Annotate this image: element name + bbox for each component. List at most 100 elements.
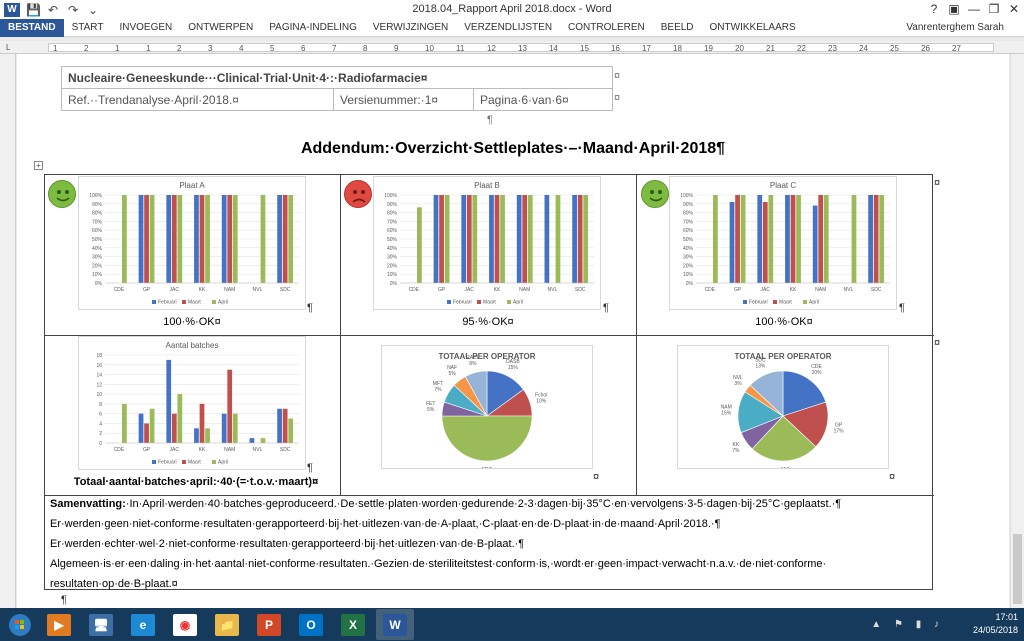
y-tick-label: 10 bbox=[96, 392, 102, 398]
ruler-body[interactable]: 1 2 1 1 2 3 4 5 6 7 8 9 10 11 12 13 14 15 16 17 18 19 20 21 22 23… bbox=[48, 43, 994, 53]
horizontal-ruler[interactable]: L 1 2 1 1 2 3 4 5 6 7 8 9 10 11 12 13 14 15 16 17 18 19 20 21 22… bbox=[0, 41, 1024, 54]
tab-bestand[interactable]: BESTAND bbox=[0, 18, 64, 37]
bar bbox=[461, 195, 467, 283]
close-button[interactable]: ✕ bbox=[1004, 0, 1024, 19]
start-button[interactable] bbox=[0, 608, 40, 641]
taskbar-app-word[interactable]: W bbox=[376, 609, 414, 640]
summary-cell[interactable]: Samenvatting:·In·April·werden·40·batches… bbox=[50, 494, 920, 594]
y-tick-label: 10% bbox=[92, 272, 103, 278]
chart-plaat-b[interactable]: Plaat B 0% 10% 20% 30% 40% 50% 60% 70% 80% 90% 100%… bbox=[373, 176, 601, 310]
x-tick-label: KK bbox=[199, 447, 206, 453]
vertical-scrollbar[interactable] bbox=[1010, 54, 1024, 608]
legend-swatch bbox=[182, 300, 186, 304]
bar bbox=[221, 413, 227, 443]
ruler-tick-label: 8 bbox=[363, 44, 368, 53]
tab-pagina-indeling[interactable]: PAGINA-INDELING bbox=[261, 19, 365, 37]
bar bbox=[205, 428, 210, 443]
ribbon-display-icon[interactable]: ▣ bbox=[944, 0, 964, 19]
tab-controleren[interactable]: CONTROLEREN bbox=[560, 19, 653, 37]
legend-label: Maart bbox=[188, 300, 201, 306]
pie-data-label: Fchol 10% bbox=[535, 392, 547, 404]
bar bbox=[790, 195, 796, 283]
pie-data-label: CDE 20% bbox=[811, 364, 822, 376]
chart-totaal-per-operator-1[interactable]: TOTAAL PER OPERATORDASB15% Fchol10% FDG50%… bbox=[381, 345, 593, 479]
bar bbox=[527, 195, 533, 283]
redo-icon[interactable]: ↷ bbox=[66, 3, 80, 17]
pie-data-label: NVL 3% bbox=[733, 375, 743, 387]
undo-icon[interactable]: ↶ bbox=[46, 3, 60, 17]
chart-totaal-per-operator-2[interactable]: TOTAAL PER OPERATOR CDE20% GP17% JAC25% KK7%… bbox=[677, 345, 889, 479]
end-of-cell-mark: ¤ bbox=[889, 471, 896, 483]
minimize-button[interactable]: — bbox=[964, 0, 984, 19]
scrollbar-thumb[interactable] bbox=[1013, 534, 1022, 604]
chart-plaat-a[interactable]: Plaat A 0% 10% 20% 30% 40% 50% 60% 70% 80% 90% 100%… bbox=[78, 176, 306, 310]
vertical-ruler[interactable] bbox=[0, 54, 16, 608]
smiley-sad-icon bbox=[344, 180, 372, 208]
y-tick-label: 50% bbox=[92, 237, 103, 243]
save-icon[interactable]: 💾 bbox=[26, 3, 41, 17]
document-title[interactable]: Addendum:·Overzicht·Settleplates·–·Maand… bbox=[17, 140, 1009, 158]
bar bbox=[818, 195, 824, 283]
chart-plaat-c[interactable]: Plaat C 0% 10% 20% 30% 40% 50% 60% 70% 80% 90% 100%… bbox=[669, 176, 897, 310]
end-of-row-mark: ¤ bbox=[614, 70, 621, 82]
x-tick-label: CDE bbox=[114, 287, 125, 293]
bar bbox=[144, 195, 149, 283]
y-tick-label: 100% bbox=[384, 193, 397, 199]
taskbar-app-computer[interactable]: 🖥 bbox=[82, 609, 120, 640]
tab-verwijzingen[interactable]: VERWIJZINGEN bbox=[365, 19, 456, 37]
bar bbox=[555, 195, 561, 283]
clock[interactable]: 17:01 24/05/2018 bbox=[973, 611, 1018, 637]
taskbar-app-powerpoint[interactable]: P bbox=[250, 609, 288, 640]
document-page[interactable]: Nucleaire·Geneeskunde···Clinical·Trial·U… bbox=[17, 54, 1009, 608]
tab-ontwikkelaars[interactable]: ONTWIKKELAARS bbox=[702, 19, 804, 37]
end-of-cell-mark: ¤ bbox=[593, 471, 600, 483]
customize-qat-icon[interactable]: ⌄ bbox=[86, 3, 100, 17]
legend-swatch bbox=[212, 460, 216, 464]
x-tick-label: SDC bbox=[871, 287, 882, 293]
y-tick-label: 90% bbox=[387, 202, 398, 208]
taskbar-app-excel[interactable]: X bbox=[334, 609, 372, 640]
tab-beeld[interactable]: BEELD bbox=[653, 19, 702, 37]
y-tick-label: 20% bbox=[683, 263, 694, 269]
bar bbox=[740, 195, 746, 283]
end-of-row-mark: ¤ bbox=[614, 92, 621, 104]
word-logo-icon[interactable]: W bbox=[4, 2, 20, 17]
ruler-tick-label: 5 bbox=[270, 44, 275, 53]
user-account[interactable]: Vanrenterghem Sarah bbox=[906, 22, 1004, 33]
taskbar-app-chrome[interactable]: ◉ bbox=[166, 609, 204, 640]
tab-start[interactable]: START bbox=[64, 19, 112, 37]
restore-button[interactable]: ❐ bbox=[984, 0, 1004, 19]
legend-label: April bbox=[809, 300, 819, 306]
taskbar-app-explorer[interactable]: 📁 bbox=[208, 609, 246, 640]
pie-data-label: GP 17% bbox=[834, 422, 845, 434]
tab-invoegen[interactable]: INVOEGEN bbox=[111, 19, 180, 37]
x-tick-label: GP bbox=[438, 287, 446, 293]
pie-data-label: NAF 5% bbox=[447, 365, 457, 377]
bar-chart-svg: Aantal batches 0 2 4 6 8 10 12 14 16 18 CDE GP JAC KK N… bbox=[96, 341, 299, 466]
system-tray-icons[interactable]: ▲ ⚑ ▮ ♪ bbox=[871, 619, 944, 630]
bar bbox=[522, 195, 528, 283]
pie-slice bbox=[441, 415, 533, 462]
bar-chart-svg: Plaat C 0% 10% 20% 30% 40% 50% 60% 70% 80% 90% 100%… bbox=[680, 181, 890, 306]
ruler-tick-label: 11 bbox=[456, 44, 465, 53]
bar bbox=[823, 195, 829, 283]
bar bbox=[282, 195, 288, 283]
tab-verzendlijsten[interactable]: VERZENDLIJSTEN bbox=[456, 19, 560, 37]
taskbar-app-internet-explorer[interactable]: e bbox=[124, 609, 162, 640]
y-tick-label: 30% bbox=[683, 255, 694, 261]
y-tick-label: 50% bbox=[387, 237, 398, 243]
legend-label: April bbox=[218, 460, 228, 466]
tab-ontwerpen[interactable]: ONTWERPEN bbox=[180, 19, 261, 37]
taskbar-app-media-player[interactable]: ▶ bbox=[40, 609, 78, 640]
bar bbox=[796, 195, 801, 283]
table-move-handle[interactable]: + bbox=[34, 161, 43, 170]
x-tick-label: SDC bbox=[575, 287, 586, 293]
taskbar-app-outlook[interactable]: O bbox=[292, 609, 330, 640]
bar bbox=[199, 195, 205, 283]
pie-data-label: DASB 15% bbox=[506, 359, 520, 371]
tab-selector[interactable]: L bbox=[6, 43, 10, 52]
help-button[interactable]: ? bbox=[924, 0, 944, 19]
x-tick-label: KK bbox=[494, 287, 501, 293]
chart-aantal-batches[interactable]: Aantal batches 0 2 4 6 8 10 12 14 16 18 CDE GP JAC KK N… bbox=[78, 336, 306, 470]
bar bbox=[166, 359, 172, 443]
